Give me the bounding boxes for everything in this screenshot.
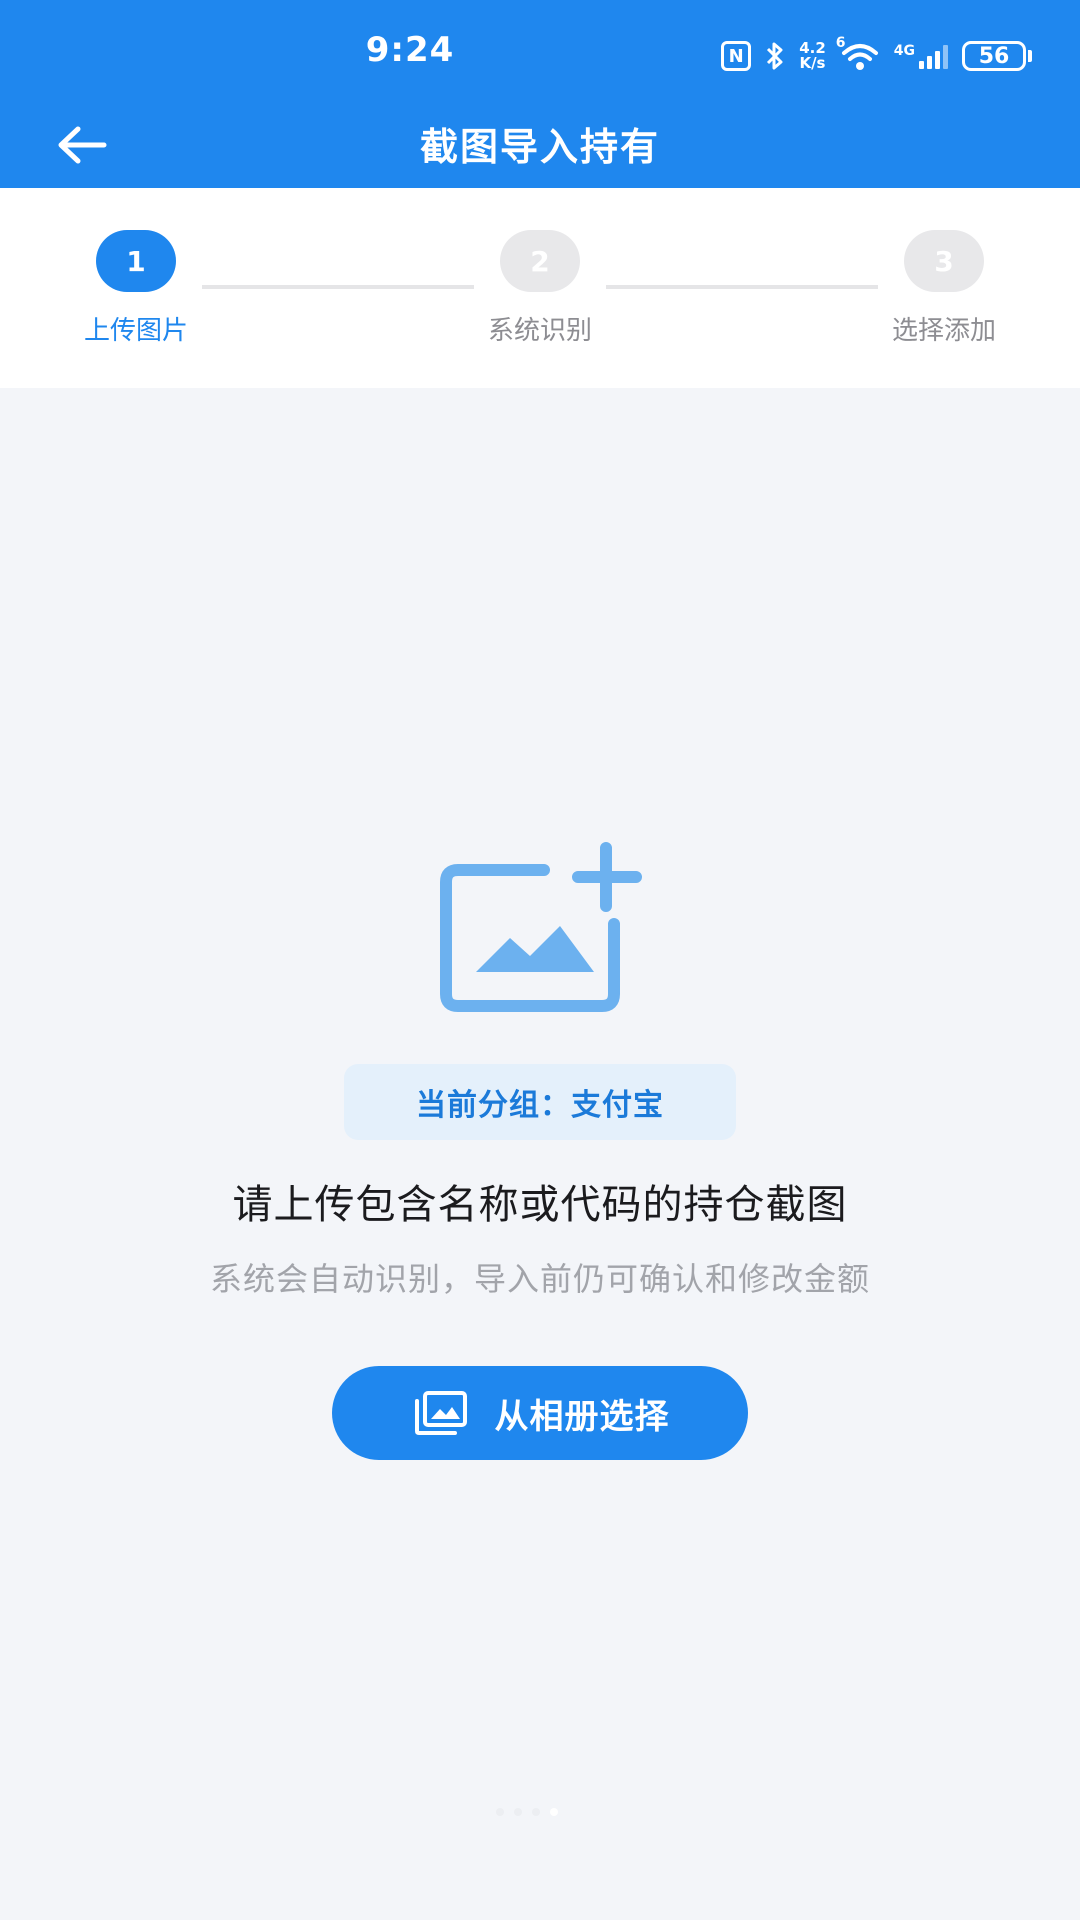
wifi-icon: 6 — [836, 35, 880, 71]
network-speed-unit: K/s — [799, 54, 826, 72]
upload-instruction: 请上传包含名称或代码的持仓截图 — [232, 1182, 848, 1228]
choose-from-album-label: 从相册选择 — [494, 1396, 670, 1437]
wifi-badge: 6 — [835, 35, 846, 51]
page-indicator — [496, 1808, 558, 1816]
battery-icon: 56 — [962, 41, 1032, 71]
step-1-label: 上传图片 — [83, 316, 188, 346]
page-title: 截图导入持有 — [419, 125, 660, 169]
choose-from-album-button[interactable]: 从相册选择 — [332, 1366, 748, 1460]
nfc-icon: N — [721, 41, 752, 71]
photo-album-icon — [414, 1391, 467, 1435]
step-connector-2 — [606, 285, 878, 289]
cell-signal-icon: 4G — [894, 43, 948, 69]
network-speed: 4.2 K/s — [799, 41, 826, 71]
current-group-badge: 当前分组：支付宝 — [344, 1064, 736, 1140]
upload-hint: 系统会自动识别，导入前仍可确认和修改金额 — [209, 1260, 870, 1298]
add-image-icon[interactable] — [440, 842, 650, 1012]
step-connector-1 — [202, 285, 474, 289]
step-1-indicator: 1 — [96, 230, 176, 292]
cell-network-label: 4G — [893, 43, 915, 59]
app-header: 9:24 N 4.2 K/s 6 4G 56 截图导入持有 — [0, 0, 1080, 188]
step-3-indicator: 3 — [904, 230, 984, 292]
battery-level: 56 — [962, 41, 1026, 71]
bluetooth-icon — [767, 42, 783, 70]
status-bar: 9:24 N 4.2 K/s 6 4G 56 — [0, 0, 1080, 110]
step-3-label: 选择添加 — [891, 316, 996, 346]
status-icons: N 4.2 K/s 6 4G 56 — [721, 35, 1032, 74]
progress-stepper: 1 上传图片 2 系统识别 3 选择添加 — [0, 188, 1080, 388]
status-time: 9:24 — [365, 30, 455, 70]
step-2-label: 系统识别 — [487, 316, 592, 346]
step-2-indicator: 2 — [500, 230, 580, 292]
